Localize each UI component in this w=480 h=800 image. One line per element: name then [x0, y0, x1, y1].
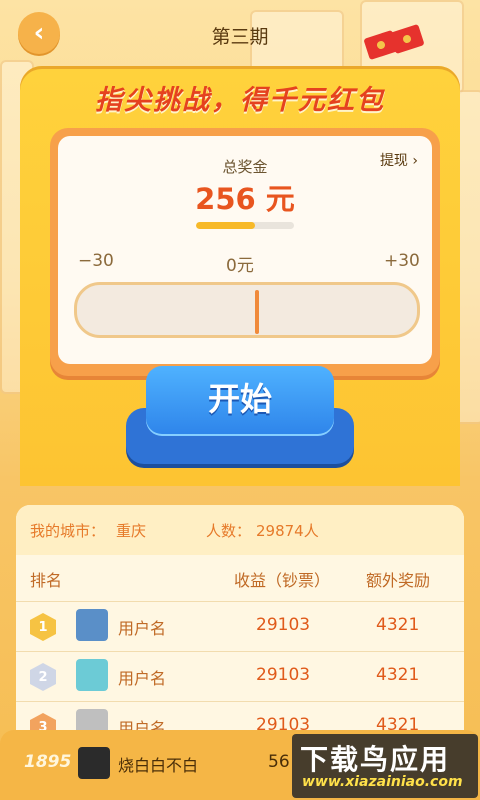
rank-badge-icon: 1 — [30, 613, 56, 641]
prize-label: 总奖金 — [222, 158, 268, 176]
people-label: 人数： — [206, 522, 252, 540]
track-marker — [255, 290, 259, 334]
my-income: 56 — [268, 752, 290, 772]
user-bonus: 4321 — [376, 615, 420, 635]
city-label: 我的城市： — [30, 522, 106, 540]
column-income: 收益（钞票） — [234, 571, 331, 590]
avatar — [76, 609, 108, 641]
table-row[interactable]: 1 用户名 29103 4321 — [16, 601, 464, 652]
scale-min-label: −30 — [78, 251, 114, 271]
watermark-logo: 下载鸟应用 www.xiazainiao.com — [292, 734, 478, 798]
people-value: 29874人 — [256, 522, 319, 540]
ranking-panel: 我的城市： 重庆 人数： 29874人 排名 收益（钞票） 额外奖励 1 用户名… — [16, 505, 464, 735]
user-name: 用户名 — [118, 619, 167, 638]
my-rank: 1895 — [24, 752, 72, 772]
user-name: 用户名 — [118, 669, 167, 688]
ranking-header: 排名 收益（钞票） 额外奖励 — [16, 555, 464, 602]
avatar — [78, 747, 110, 779]
prize-progress-bar — [196, 222, 294, 229]
user-income: 29103 — [256, 665, 311, 685]
red-envelope-icon — [362, 23, 436, 68]
table-row[interactable]: 2 用户名 29103 4321 — [16, 651, 464, 702]
my-name: 烧白白不白 — [118, 756, 199, 775]
column-bonus: 额外奖励 — [366, 571, 431, 590]
screen-frame: 总奖金 提现 › 256 元 −30 0元 +30 — [50, 128, 440, 376]
prize-value: 256 元 — [195, 182, 295, 216]
scale-max-label: +30 — [384, 251, 420, 271]
prize-progress-fill — [196, 222, 255, 229]
city-value: 重庆 — [116, 522, 147, 540]
rank-badge-icon: 2 — [30, 663, 56, 691]
watermark-title: 下载鸟应用 — [300, 743, 451, 776]
user-bonus: 4321 — [376, 665, 420, 685]
start-button[interactable]: 开始 — [126, 360, 354, 468]
challenge-track[interactable] — [74, 282, 420, 338]
withdraw-link[interactable]: 提现 › — [380, 150, 418, 170]
scale-center-label: 0元 — [226, 256, 254, 276]
watermark-url: www.xiazainiao.com — [302, 774, 463, 790]
start-button-label: 开始 — [207, 380, 272, 418]
avatar — [76, 659, 108, 691]
user-income: 29103 — [256, 615, 311, 635]
column-rank: 排名 — [30, 571, 63, 590]
game-screen: 总奖金 提现 › 256 元 −30 0元 +30 — [58, 136, 432, 364]
top-bar: ‹ 第三期 — [0, 0, 480, 70]
city-info-row: 我的城市： 重庆 人数： 29874人 — [16, 505, 464, 555]
headline: 指尖挑战，得千元红包 — [95, 85, 385, 116]
